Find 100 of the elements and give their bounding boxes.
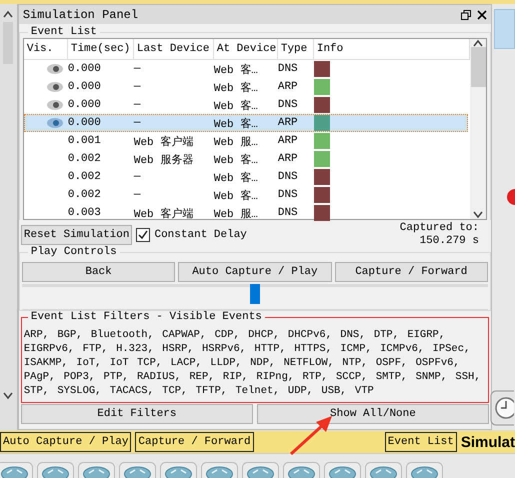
router-icon[interactable] bbox=[119, 462, 156, 478]
time-cell-text: 0.000 bbox=[68, 81, 102, 93]
info-swatch[interactable] bbox=[314, 61, 330, 77]
side-panel bbox=[494, 9, 515, 49]
column-header[interactable]: At Device bbox=[214, 39, 278, 59]
device-cell-text: — bbox=[134, 63, 142, 75]
event-row[interactable]: 0.002 — Web 客… DNS bbox=[24, 168, 468, 186]
device-cell-text: — bbox=[134, 171, 142, 183]
group-title: Play Controls bbox=[28, 246, 120, 259]
info-swatch[interactable] bbox=[314, 133, 330, 149]
info-swatch[interactable] bbox=[314, 169, 330, 185]
router-icon[interactable] bbox=[160, 462, 197, 478]
info-swatch[interactable] bbox=[314, 115, 330, 131]
device-cell-text: — bbox=[134, 117, 142, 129]
scroll-down-icon[interactable] bbox=[473, 211, 483, 219]
close-icon[interactable] bbox=[477, 10, 487, 20]
scrollbar-thumb[interactable] bbox=[470, 47, 486, 87]
slider-thumb[interactable] bbox=[250, 284, 260, 304]
device-cell-text: Web 服… bbox=[214, 208, 259, 220]
device-cell-text: Web 客… bbox=[214, 80, 259, 94]
panel-title: Simulation Panel bbox=[22, 8, 140, 22]
device-cell-text: Web 客… bbox=[214, 116, 259, 130]
time-cell-text: 0.002 bbox=[68, 171, 102, 183]
device-cell-text: — bbox=[134, 99, 142, 111]
device-cell-text: Web 客户端 bbox=[134, 206, 194, 220]
time-cell-text: 0.000 bbox=[68, 63, 102, 75]
type-cell-text: ARP bbox=[278, 81, 299, 93]
scroll-up-icon[interactable] bbox=[3, 10, 14, 18]
event-row[interactable]: 0.000 — Web 客… DNS bbox=[24, 96, 468, 114]
event-row[interactable]: 0.001 Web 客户端 Web 服… ARP bbox=[24, 132, 468, 150]
info-swatch[interactable] bbox=[314, 151, 330, 167]
event-row[interactable]: 0.000 — Web 客… ARP bbox=[24, 78, 468, 96]
checkbox-label: Constant Delay bbox=[154, 229, 247, 241]
device-cell-text: Web 客… bbox=[214, 152, 259, 166]
router-icon[interactable] bbox=[283, 462, 320, 478]
device-cell-text: — bbox=[134, 81, 142, 93]
toolbar-button[interactable]: Capture / Forward bbox=[135, 432, 254, 452]
type-cell-text: DNS bbox=[278, 189, 299, 201]
eye-icon[interactable] bbox=[46, 117, 64, 129]
router-icon[interactable] bbox=[242, 462, 279, 478]
column-header[interactable]: Time(sec) bbox=[68, 39, 134, 59]
column-header[interactable]: Last Device bbox=[134, 39, 214, 59]
reset-simulation-button[interactable]: Reset Simulation bbox=[20, 225, 132, 245]
info-swatch[interactable] bbox=[314, 205, 330, 221]
filter-list: ARP, BGP, Bluetooth, CAPWAP, CDP, DHCP, DHCPv6, DNS, DTP, EIGRP, EIGRPv6, FTP, H.323, HSRP, HSRPv6, HTTP, HTTPS, ICMP, ICMPv6, IPSec, ISAKMP, IoT, IoT TCP, LACP, LLDP, NDP, NETFLOW, NTP, OSPF, OSPFv6, PAgP, POP3, PTP, RADIUS, REP, RIP, RIPng, RTP, SCCP, SMTP, SNMP, SSH, STP, SYSLOG, TACACS, TCP, TFTP, Telnet, UDP, USB, VTP bbox=[24, 328, 486, 398]
event-row[interactable]: 0.002 Web 服务器 Web 客… ARP bbox=[24, 150, 468, 168]
device-cell-text: Web 客… bbox=[214, 98, 259, 112]
router-icon[interactable] bbox=[78, 462, 115, 478]
eye-icon[interactable] bbox=[46, 81, 64, 93]
play-control-button[interactable]: Capture / Forward bbox=[334, 262, 488, 282]
time-cell-text: 0.001 bbox=[68, 135, 102, 147]
column-header[interactable]: Type bbox=[278, 39, 314, 59]
restore-icon[interactable] bbox=[461, 10, 471, 20]
info-swatch[interactable] bbox=[314, 79, 330, 95]
scroll-up-icon[interactable] bbox=[473, 39, 483, 47]
clock-icon[interactable] bbox=[490, 390, 514, 426]
event-row[interactable]: 0.003 Web 客户端 Web 服… DNS bbox=[24, 204, 468, 222]
router-icon[interactable] bbox=[37, 462, 74, 478]
router-icon[interactable] bbox=[324, 462, 361, 478]
filter-button[interactable]: Show All/None bbox=[256, 404, 489, 424]
device-cell-text: Web 服… bbox=[214, 136, 259, 148]
router-icon[interactable] bbox=[201, 462, 238, 478]
type-cell-text: DNS bbox=[278, 207, 299, 219]
play-control-button[interactable]: Back bbox=[22, 262, 176, 282]
time-cell-text: 0.003 bbox=[68, 207, 102, 219]
device-cell-text: Web 客… bbox=[214, 62, 259, 76]
device-cell-text: Web 服务器 bbox=[134, 153, 194, 166]
checkbox[interactable] bbox=[136, 228, 150, 242]
device-cell-text: — bbox=[134, 189, 142, 201]
time-cell-text: 0.002 bbox=[68, 189, 102, 201]
captured-label: Captured to: bbox=[400, 222, 479, 235]
event-row[interactable]: 0.002 — Web 客… DNS bbox=[24, 186, 468, 204]
eye-icon[interactable] bbox=[46, 63, 64, 75]
type-cell-text: ARP bbox=[278, 153, 299, 165]
router-icon[interactable] bbox=[365, 462, 402, 478]
time-cell-text: 0.000 bbox=[68, 99, 102, 111]
device-cell-text: Web 客… bbox=[214, 188, 259, 202]
play-control-button[interactable]: Auto Capture / Play bbox=[178, 262, 332, 282]
scroll-down-icon[interactable] bbox=[3, 392, 14, 400]
info-swatch[interactable] bbox=[314, 187, 330, 203]
toolbar-button[interactable]: Auto Capture / Play bbox=[0, 432, 132, 452]
info-swatch[interactable] bbox=[314, 97, 330, 113]
time-cell-text: 0.000 bbox=[68, 117, 102, 129]
mode-label: Simulat bbox=[460, 434, 515, 450]
time-cell-text: 0.002 bbox=[68, 153, 102, 165]
type-cell-text: DNS bbox=[278, 63, 299, 75]
type-cell-text: ARP bbox=[278, 117, 299, 129]
device-cell-text: Web 客户端 bbox=[134, 134, 194, 148]
eye-icon[interactable] bbox=[46, 99, 64, 111]
type-cell-text: ARP bbox=[278, 135, 299, 147]
router-icon[interactable] bbox=[406, 462, 443, 478]
toolbar-button[interactable]: Event List bbox=[384, 432, 457, 452]
router-icon[interactable] bbox=[0, 462, 33, 478]
filter-button[interactable]: Edit Filters bbox=[20, 404, 253, 424]
type-cell-text: DNS bbox=[278, 171, 299, 183]
column-header[interactable]: Vis. bbox=[24, 39, 68, 59]
event-row[interactable]: 0.000 — Web 客… ARP bbox=[24, 114, 468, 132]
device-cell-text: Web 客… bbox=[214, 170, 259, 184]
captured-value: 150.279 s bbox=[418, 235, 479, 248]
event-row[interactable]: 0.000 — Web 客… DNS bbox=[24, 60, 468, 78]
